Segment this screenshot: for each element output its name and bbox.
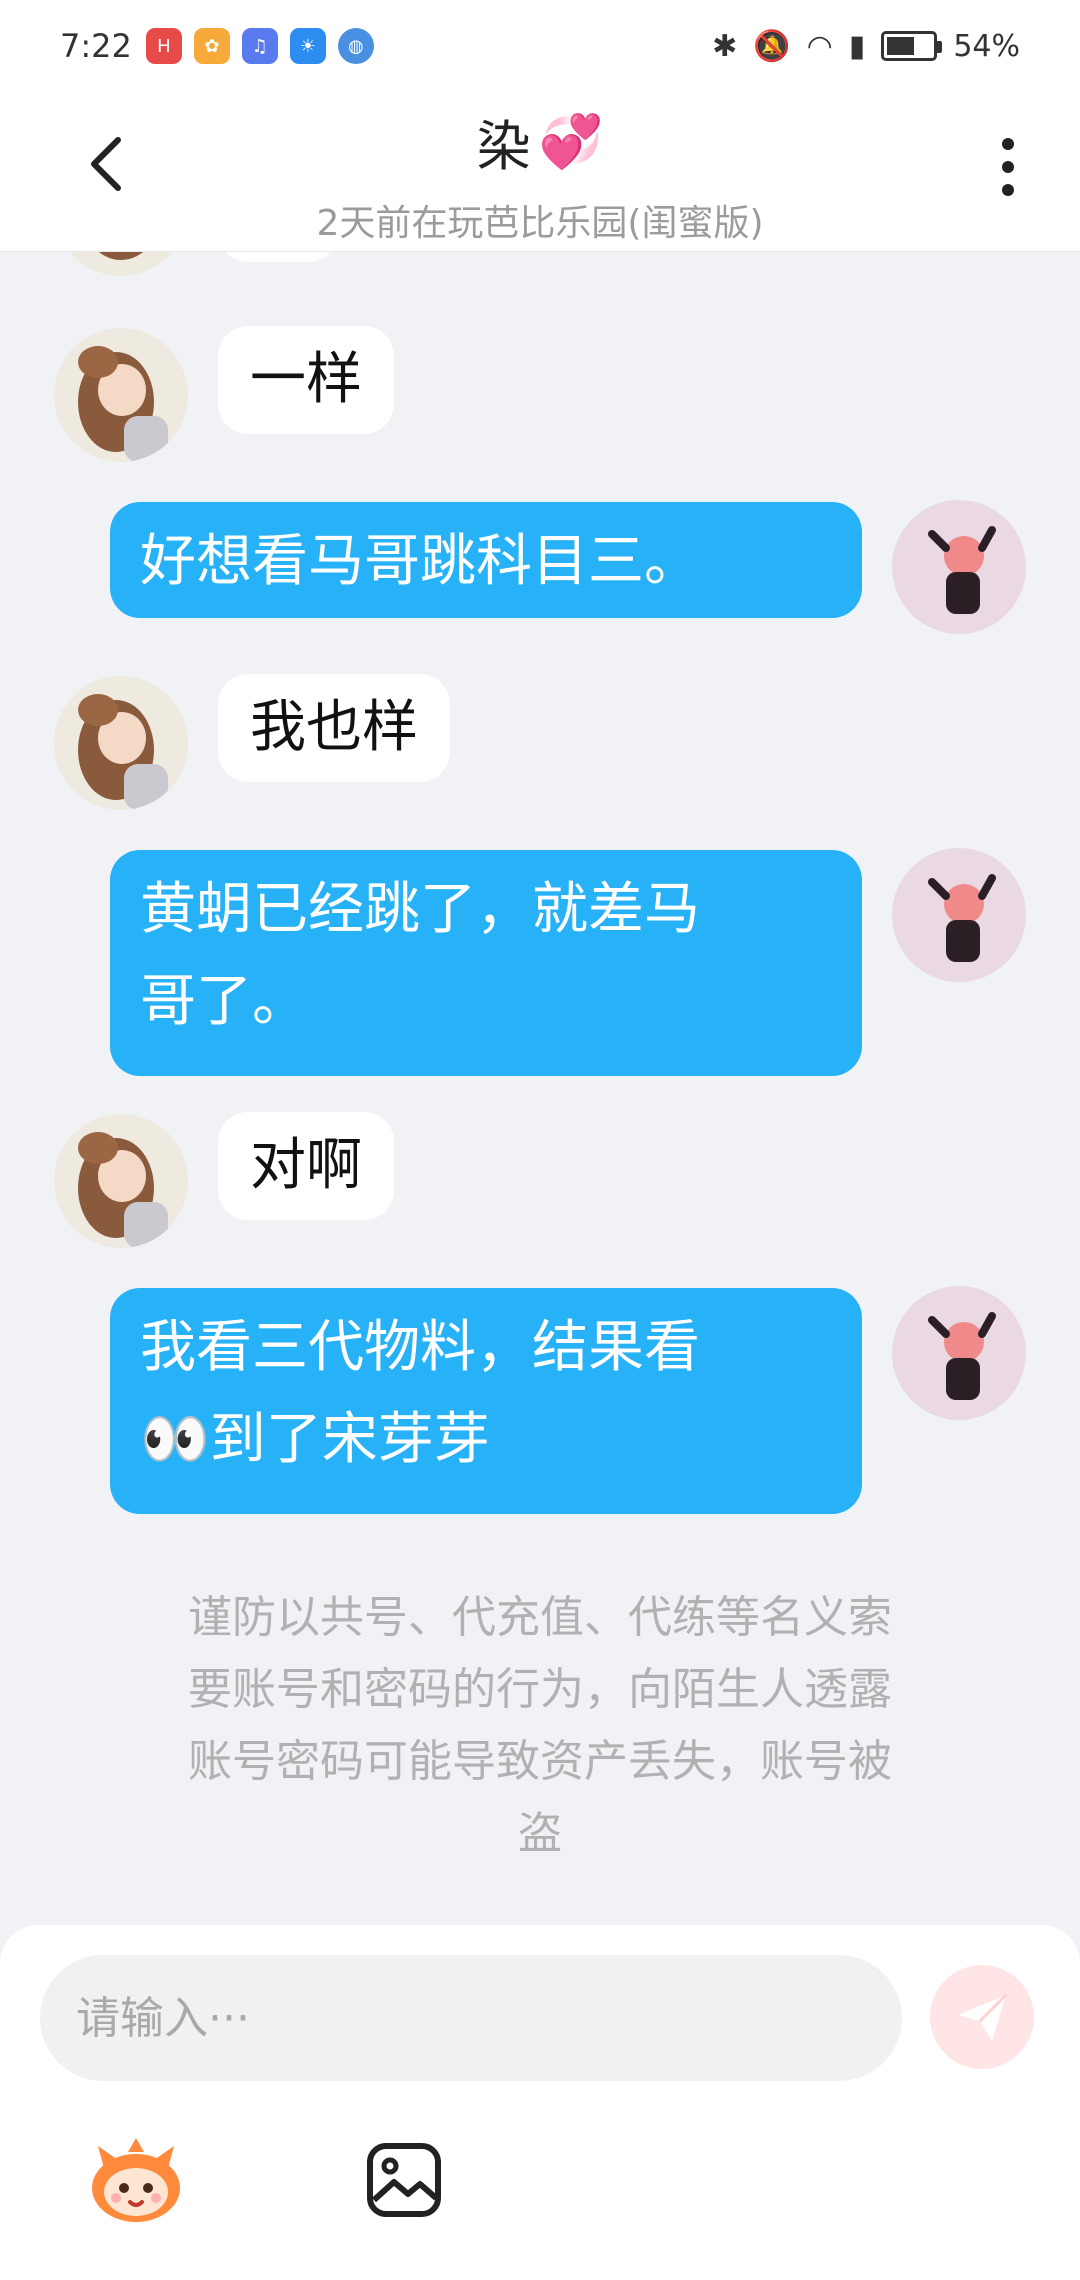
message-input[interactable] <box>40 1955 902 2081</box>
contact-avatar[interactable] <box>54 676 188 810</box>
page-title: 染 💞 <box>477 102 604 181</box>
my-avatar[interactable] <box>892 500 1026 634</box>
notice-line: 要账号和密码的行为，向陌生人透露 <box>188 1664 892 1715</box>
image-picker-button[interactable] <box>352 2128 456 2232</box>
contact-avatar[interactable] <box>54 252 188 276</box>
message-bubble-outgoing[interactable]: 黄蚏已经跳了，就差马 哥了。 <box>110 850 862 1076</box>
send-icon <box>958 1993 1008 2041</box>
more-dot <box>1002 161 1014 173</box>
status-bar: 7:22 H ✿ ♫ ☀ ◍ ✱ 🔕 ◠ ▮ 54% <box>0 0 1080 92</box>
more-options-button[interactable] <box>988 132 1028 202</box>
message-bubble-partial[interactable] <box>218 252 338 262</box>
message-text: 对啊 <box>250 1133 362 1198</box>
notice-line: 盗 <box>518 1808 562 1859</box>
message-list[interactable]: 一样 好想看马哥跳科目三。 我也样 黄蚏已经跳了，就差马 哥了。 对啊 我看三代… <box>0 252 1080 1922</box>
message-text: 我也样 <box>250 695 418 760</box>
my-avatar[interactable] <box>892 1286 1026 1420</box>
notice-line: 账号密码可能导致资产丢失，账号被 <box>188 1736 892 1787</box>
more-dot <box>1002 184 1014 196</box>
message-text-line: 我看三代物料，结果看 <box>140 1315 700 1380</box>
image-icon <box>367 2143 441 2217</box>
weather-app-icon: ☀ <box>289 28 326 64</box>
status-app-icons: H ✿ ♫ ☀ ◍ <box>145 28 374 64</box>
hearts-icon: 💞 <box>538 112 604 172</box>
message-bubble-outgoing[interactable]: 好想看马哥跳科目三。 <box>110 502 862 618</box>
status-time: 7:22 <box>60 27 132 65</box>
message-text-line: 👀到了宋芽芽 <box>140 1407 490 1472</box>
wifi-icon: ◠ <box>806 28 833 64</box>
notice-line: 谨防以共号、代充值、代练等名义索 <box>188 1592 892 1643</box>
contact-status: 2天前在玩芭比乐园(闺蜜版) <box>316 203 764 244</box>
huawei-app-icon: H <box>145 28 182 64</box>
message-composer <box>0 1925 1080 2280</box>
contact-avatar[interactable] <box>54 1114 188 1248</box>
message-text-line: 哥了。 <box>140 969 308 1034</box>
message-text-line: 黄蚏已经跳了，就差马 <box>140 877 700 942</box>
chat-header: 染 💞 2天前在玩芭比乐园(闺蜜版) <box>0 92 1080 252</box>
message-bubble-incoming[interactable]: 一样 <box>218 326 394 434</box>
message-bubble-incoming[interactable]: 对啊 <box>218 1112 394 1220</box>
mascot-sticker-icon <box>92 2138 180 2222</box>
sim-alert-icon: ▮ <box>848 28 866 64</box>
contact-name: 染 <box>476 115 531 178</box>
more-dot <box>1002 138 1014 150</box>
safety-notice: 谨防以共号、代充值、代练等名义索 要账号和密码的行为，向陌生人透露 账号密码可能… <box>110 1582 970 1870</box>
my-avatar[interactable] <box>892 848 1026 982</box>
photo-app-icon: ✿ <box>193 28 230 64</box>
battery-icon <box>881 31 943 61</box>
music-app-icon: ♫ <box>241 28 278 64</box>
send-button[interactable] <box>930 1965 1034 2069</box>
contact-avatar[interactable] <box>54 328 188 462</box>
battery-percent: 54% <box>953 28 1020 64</box>
emoji-sticker-button[interactable] <box>84 2128 188 2232</box>
message-bubble-outgoing[interactable]: 我看三代物料，结果看 👀到了宋芽芽 <box>110 1288 862 1514</box>
message-text: 好想看马哥跳科目三。 <box>140 529 700 594</box>
message-text: 一样 <box>250 347 362 412</box>
mute-bell-icon: 🔕 <box>753 28 791 64</box>
browser-app-icon: ◍ <box>337 28 374 64</box>
bluetooth-icon: ✱ <box>712 28 738 64</box>
message-bubble-incoming[interactable]: 我也样 <box>218 674 450 782</box>
